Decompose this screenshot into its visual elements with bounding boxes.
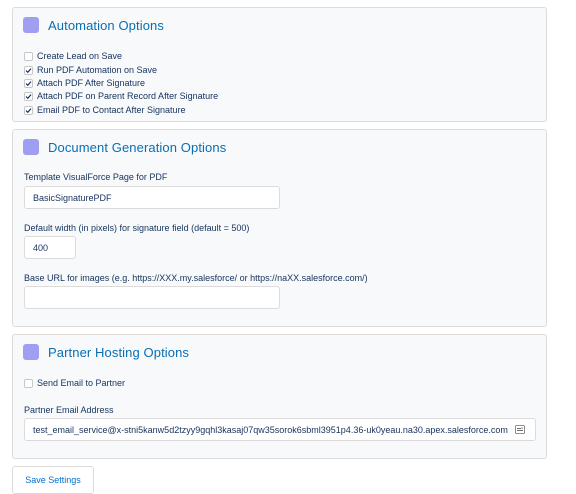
automation-options-header: Automation Options [23,17,164,33]
save-settings-button[interactable]: Save Settings [12,466,94,494]
option-email-pdf-contact[interactable]: Email PDF to Contact After Signature [24,105,186,115]
checkbox[interactable] [24,51,33,61]
document-generation-card: Document Generation Options Template Vis… [12,129,547,327]
option-send-email-partner[interactable]: Send Email to Partner [24,378,125,388]
option-attach-pdf-parent[interactable]: Attach PDF on Parent Record After Signat… [24,91,218,101]
automation-options-card: Automation Options Create Lead on Save R… [12,7,547,122]
partner-hosting-card: Partner Hosting Options Send Email to Pa… [12,334,547,459]
base-url-label: Base URL for images (e.g. https://XXX.my… [24,273,368,283]
partner-email-label: Partner Email Address [24,405,114,415]
option-create-lead[interactable]: Create Lead on Save [24,51,122,61]
checkbox[interactable] [24,105,33,115]
partner-hosting-header: Partner Hosting Options [23,344,189,360]
checkbox[interactable] [24,91,33,101]
option-label: Send Email to Partner [37,378,126,388]
width-input[interactable]: 400 [24,236,76,259]
width-label: Default width (in pixels) for signature … [24,223,250,233]
checkbox[interactable] [24,78,33,88]
document-generation-header: Document Generation Options [23,139,226,155]
option-label: Attach PDF After Signature [37,78,146,88]
section-icon [23,139,39,155]
option-label: Create Lead on Save [37,51,123,61]
automation-options-title: Automation Options [48,17,164,33]
autofill-icon[interactable] [515,425,525,434]
document-generation-title: Document Generation Options [48,139,227,155]
template-label: Template VisualForce Page for PDF [24,172,168,182]
section-icon [23,344,39,360]
option-label: Attach PDF on Parent Record After Signat… [37,91,219,101]
checkbox[interactable] [24,65,33,75]
partner-email-input[interactable]: test_email_service@x-stni5kanw5d2tzyy9gq… [24,418,536,441]
option-label: Run PDF Automation on Save [37,65,158,75]
option-run-pdf-automation[interactable]: Run PDF Automation on Save [24,65,157,75]
template-input[interactable]: BasicSignaturePDF [24,186,280,209]
section-icon [23,17,39,33]
partner-email-value: test_email_service@x-stni5kanw5d2tzyy9gq… [33,424,508,435]
base-url-input[interactable] [24,286,280,309]
option-attach-pdf[interactable]: Attach PDF After Signature [24,78,145,88]
checkbox[interactable] [24,378,33,388]
partner-hosting-title: Partner Hosting Options [48,344,190,360]
option-label: Email PDF to Contact After Signature [37,105,186,115]
